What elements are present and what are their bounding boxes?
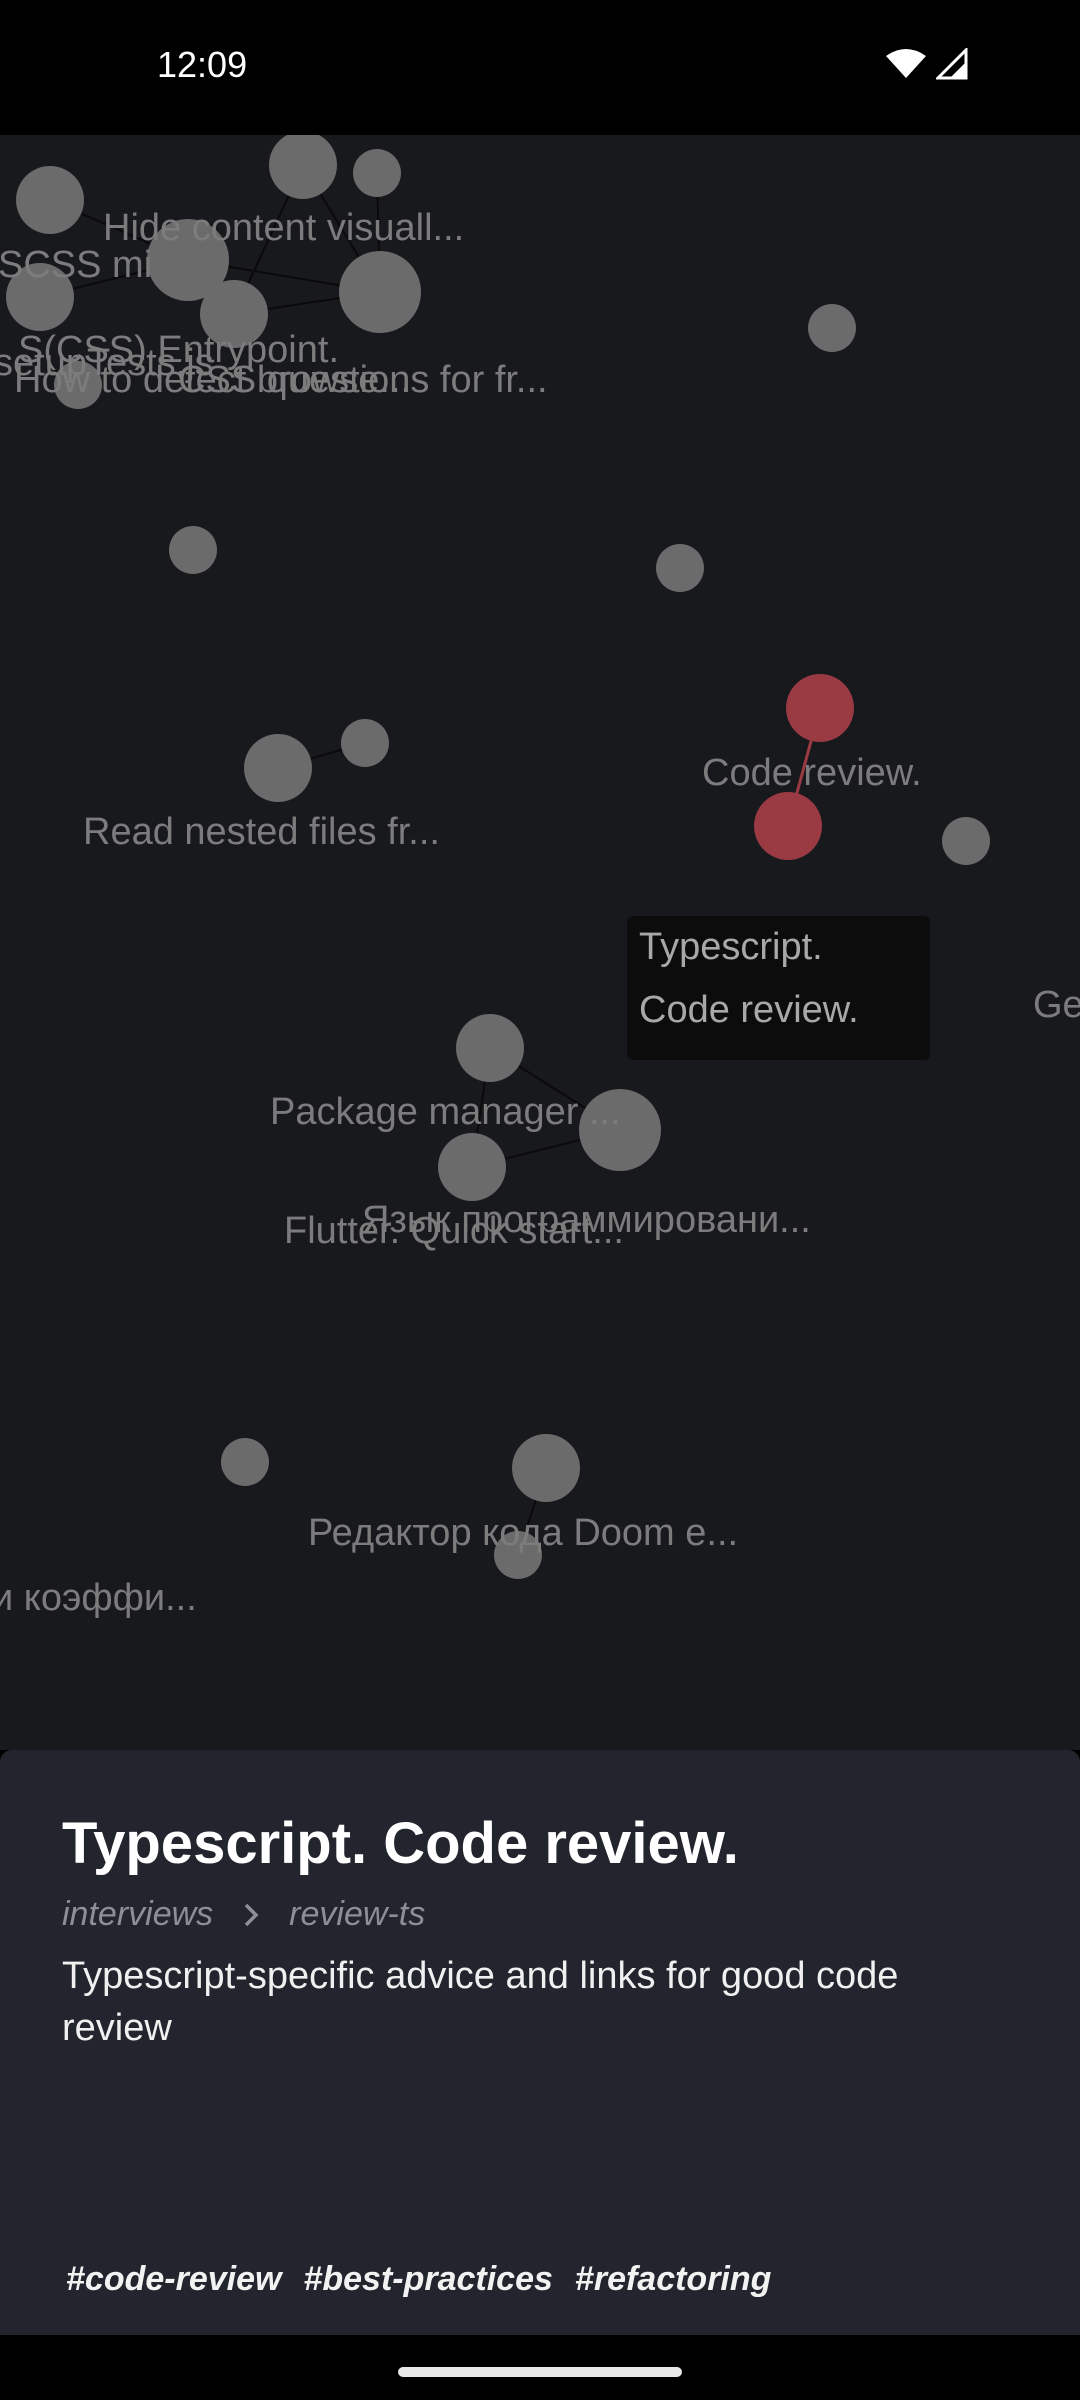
breadcrumb: interviews review-ts <box>62 1895 453 1934</box>
graph-node[interactable] <box>512 1434 580 1502</box>
note-description: Typescript-specific advice and links for… <box>62 1955 899 2049</box>
graph-node-label: Ge <box>1033 984 1080 1026</box>
graph-node-label: Code review. <box>702 752 922 794</box>
tooltip-line-2: Code review. <box>639 989 859 1031</box>
breadcrumb-item[interactable]: review-ts <box>289 1895 425 1934</box>
home-gesture-handle[interactable] <box>398 2367 682 2377</box>
cellular-signal-icon <box>936 48 968 80</box>
note-title: Typescript. Code review. <box>62 1811 739 1876</box>
graph-node[interactable] <box>269 135 337 199</box>
graph-node-label: SCSS mi <box>0 244 152 286</box>
graph-node[interactable] <box>942 817 990 865</box>
graph-node-label: Редактор кода Doom e... <box>308 1512 738 1554</box>
status-bar: 12:09 <box>0 0 1080 135</box>
tag[interactable]: #code-review <box>66 2260 281 2299</box>
tag[interactable]: #best-practices <box>303 2260 552 2299</box>
graph-node-label: setupTests.js <box>0 342 214 384</box>
navigation-bar <box>0 2335 1080 2400</box>
graph-node[interactable] <box>221 1438 269 1486</box>
graph-node[interactable] <box>808 304 856 352</box>
chevron-right-icon <box>241 1902 261 1928</box>
graph-node-label: Flutter. Quick start... <box>284 1210 624 1252</box>
graph-node-label: Hide content visuall... <box>103 207 464 249</box>
tag-list: #code-review #best-practices #refactorin… <box>66 2260 771 2299</box>
tag[interactable]: #refactoring <box>575 2260 772 2299</box>
graph-node-label: и коэффи... <box>0 1577 197 1619</box>
graph-node[interactable] <box>339 251 421 333</box>
graph-node[interactable] <box>341 719 389 767</box>
graph-node[interactable] <box>456 1014 524 1082</box>
graph-node-label: Read nested files fr... <box>83 811 440 853</box>
graph-node[interactable] <box>16 166 84 234</box>
graph-node[interactable] <box>438 1133 506 1201</box>
graph-node[interactable] <box>244 734 312 802</box>
wifi-icon <box>886 49 926 78</box>
tooltip-line-1: Typescript. <box>639 926 823 968</box>
graph-node-label: Package manager ... <box>270 1091 621 1133</box>
status-time: 12:09 <box>157 44 248 85</box>
graph-node[interactable] <box>169 526 217 574</box>
breadcrumb-item[interactable]: interviews <box>62 1895 213 1934</box>
graph-node[interactable] <box>656 544 704 592</box>
graph-node-label: CSS questions for fr... <box>178 359 548 401</box>
graph-node-selected[interactable] <box>754 792 822 860</box>
node-tooltip: Typescript. Code review. <box>627 916 930 1060</box>
note-details-sheet[interactable]: Typescript. Code review. interviews revi… <box>0 1750 1080 2335</box>
graph-node[interactable] <box>353 149 401 197</box>
graph-node-selected[interactable] <box>786 674 854 742</box>
